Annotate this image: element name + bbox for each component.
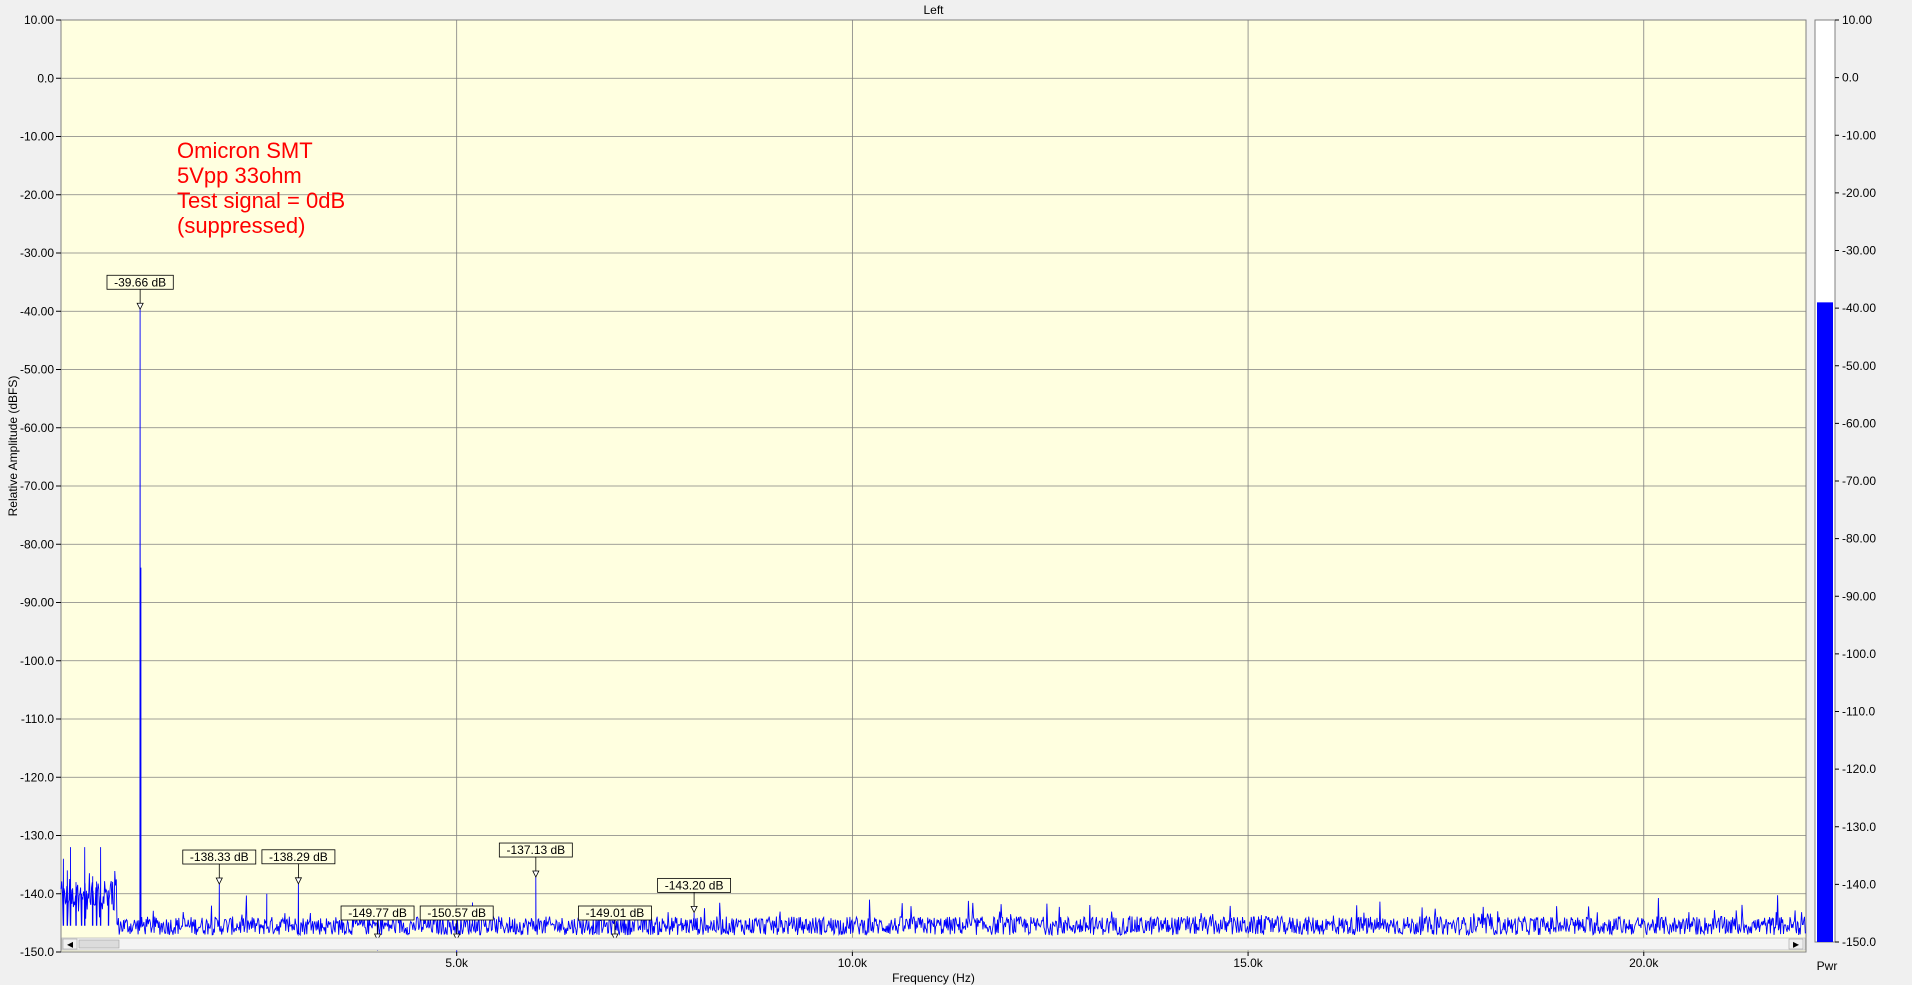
y-tick-label: -60.00 [20,421,54,435]
meter-tick-label: -120.0 [1842,762,1876,776]
meter-tick-label: -150.0 [1842,935,1876,949]
meter-tick-label: -140.0 [1842,877,1876,891]
y-tick-label: 10.00 [24,13,54,27]
y-tick-label: -50.00 [20,363,54,377]
y-tick-label: -20.00 [20,188,54,202]
meter-tick-label: -60.00 [1842,416,1876,430]
meter-label: Pwr [1817,959,1838,973]
y-tick-label: -40.00 [20,304,54,318]
y-tick-label: -70.00 [20,479,54,493]
x-tick-label: 15.0k [1233,956,1263,970]
y-tick-label: -80.00 [20,537,54,551]
x-tick-label: 5.0k [445,956,469,970]
annotation-line: (suppressed) [177,213,305,238]
meter-tick-label: -50.00 [1842,359,1876,373]
meter-tick-label: -100.0 [1842,647,1876,661]
marker-label: -39.66 dB [114,275,166,289]
y-tick-label: -30.00 [20,246,54,260]
y-axis-label: Relative Amplitude (dBFS) [6,376,20,517]
meter-tick-label: -130.0 [1842,820,1876,834]
y-tick-label: -150.0 [20,945,54,959]
x-tick-label: 10.0k [838,956,868,970]
y-tick-label: -120.0 [20,770,54,784]
spectrum-chart: Left 10.00 0.0 -10.00 -20.00 -30.00 -40.00 -50.… [6,3,1876,985]
y-tick-label: -140.0 [20,887,54,901]
y-tick-label: -100.0 [20,654,54,668]
meter-tick-label: 0.0 [1842,71,1859,85]
meter-tick-label: -110.0 [1842,705,1875,719]
scroll-right-icon: ▸ [1793,937,1799,951]
marker-label: -143.20 dB [665,878,724,892]
chart-title: Left [923,3,944,17]
meter-tick-label: -80.00 [1842,532,1876,546]
meter-tick-label: -90.00 [1842,589,1876,603]
meter-tick-label: 10.00 [1842,13,1872,27]
annotation-line: Omicron SMT [177,138,313,163]
y-tick-label: -130.0 [20,829,54,843]
x-axis-label: Frequency (Hz) [892,971,975,985]
horizontal-scrollbar[interactable] [61,937,1806,951]
marker-label: -149.01 dB [586,906,645,920]
meter-tick-label: -20.00 [1842,186,1876,200]
marker-label: -138.33 dB [190,850,249,864]
meter-tick-label: -40.00 [1842,301,1876,315]
y-tick-label: -110.0 [21,712,54,726]
y-tick-label: -10.00 [20,130,54,144]
scroll-thumb[interactable] [78,939,120,949]
meter-tick-label: -70.00 [1842,474,1876,488]
marker-label: -150.57 dB [427,906,486,920]
meter-tick-label: -10.00 [1842,128,1876,142]
scroll-left-icon: ◂ [67,937,73,951]
x-tick-label: 20.0k [1629,956,1659,970]
power-meter-fill [1817,302,1833,942]
marker-label: -138.29 dB [269,850,328,864]
annotation-line: Test signal = 0dB [177,188,345,213]
annotation-line: 5Vpp 33ohm [177,163,302,188]
y-tick-label: -90.00 [20,596,54,610]
y-tick-label: 0.0 [37,71,54,85]
marker-label: -149.77 dB [348,906,407,920]
meter-tick-label: -30.00 [1842,244,1876,258]
marker-label: -137.13 dB [506,843,565,857]
